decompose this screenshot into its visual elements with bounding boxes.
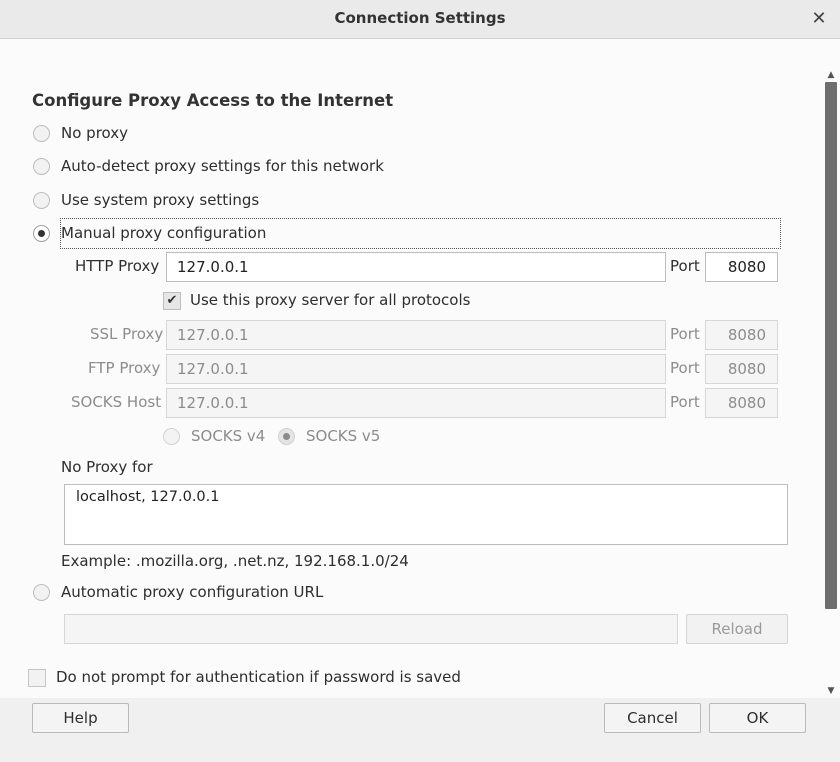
radio-no-proxy-label[interactable]: No proxy	[61, 124, 128, 142]
radio-system-proxy-label[interactable]: Use system proxy settings	[61, 191, 259, 209]
ssl-proxy-label: SSL Proxy	[90, 325, 164, 343]
socks-host-label: SOCKS Host	[71, 393, 162, 411]
chevron-up-icon[interactable]: ▲	[825, 69, 837, 81]
help-button[interactable]: Help	[32, 703, 129, 733]
reload-button[interactable]: Reload	[686, 614, 788, 644]
share-proxy-label[interactable]: Use this proxy server for all protocols	[190, 291, 470, 309]
dialog-title: Connection Settings	[334, 9, 506, 27]
socks-port-input[interactable]: 8080	[705, 388, 778, 418]
http-proxy-label: HTTP Proxy	[75, 257, 160, 275]
ftp-port-input[interactable]: 8080	[705, 354, 778, 384]
ok-button[interactable]: OK	[709, 703, 806, 733]
section-heading: Configure Proxy Access to the Internet	[32, 91, 394, 110]
radio-system-proxy[interactable]	[33, 192, 50, 209]
share-proxy-checkbox[interactable]: ✔	[163, 292, 181, 310]
http-port-input[interactable]: 8080	[705, 252, 778, 282]
socks-v5-label[interactable]: SOCKS v5	[306, 427, 380, 445]
ftp-proxy-label: FTP Proxy	[88, 359, 161, 377]
radio-auto-detect[interactable]	[33, 158, 50, 175]
radio-selected-dot	[283, 433, 290, 440]
title-bar: Connection Settings ✕	[0, 0, 840, 39]
no-auth-prompt-label[interactable]: Do not prompt for authentication if pass…	[56, 668, 461, 686]
ssl-proxy-input[interactable]: 127.0.0.1	[166, 320, 666, 350]
no-auth-prompt-checkbox[interactable]	[28, 669, 46, 687]
radio-auto-config-url-label[interactable]: Automatic proxy configuration URL	[61, 583, 323, 601]
radio-auto-config-url[interactable]	[33, 584, 50, 601]
scrollbar-thumb[interactable]	[825, 82, 837, 609]
socks-v4-label[interactable]: SOCKS v4	[191, 427, 265, 445]
no-proxy-for-textarea[interactable]: localhost, 127.0.0.1	[64, 484, 788, 545]
socks-port-label: Port	[670, 393, 700, 411]
socks-host-input[interactable]: 127.0.0.1	[166, 388, 666, 418]
close-icon[interactable]: ✕	[806, 6, 832, 32]
no-proxy-example: Example: .mozilla.org, .net.nz, 192.168.…	[61, 552, 409, 570]
radio-no-proxy[interactable]	[33, 125, 50, 142]
auto-config-url-input[interactable]	[64, 614, 678, 644]
ftp-proxy-input[interactable]: 127.0.0.1	[166, 354, 666, 384]
radio-manual-proxy[interactable]	[33, 225, 50, 242]
http-port-label: Port	[670, 257, 700, 275]
chevron-down-icon[interactable]: ▼	[825, 685, 837, 697]
radio-manual-proxy-label[interactable]: Manual proxy configuration	[61, 224, 266, 242]
radio-socks-v5[interactable]	[278, 428, 295, 445]
radio-socks-v4[interactable]	[163, 428, 180, 445]
ssl-port-input[interactable]: 8080	[705, 320, 778, 350]
no-proxy-for-label: No Proxy for	[61, 458, 153, 476]
radio-auto-detect-label[interactable]: Auto-detect proxy settings for this netw…	[61, 157, 384, 175]
radio-selected-dot	[38, 230, 45, 237]
ftp-port-label: Port	[670, 359, 700, 377]
ssl-port-label: Port	[670, 325, 700, 343]
checkmark-icon: ✔	[166, 293, 178, 308]
http-proxy-input[interactable]: 127.0.0.1	[166, 252, 666, 282]
cancel-button[interactable]: Cancel	[604, 703, 701, 733]
